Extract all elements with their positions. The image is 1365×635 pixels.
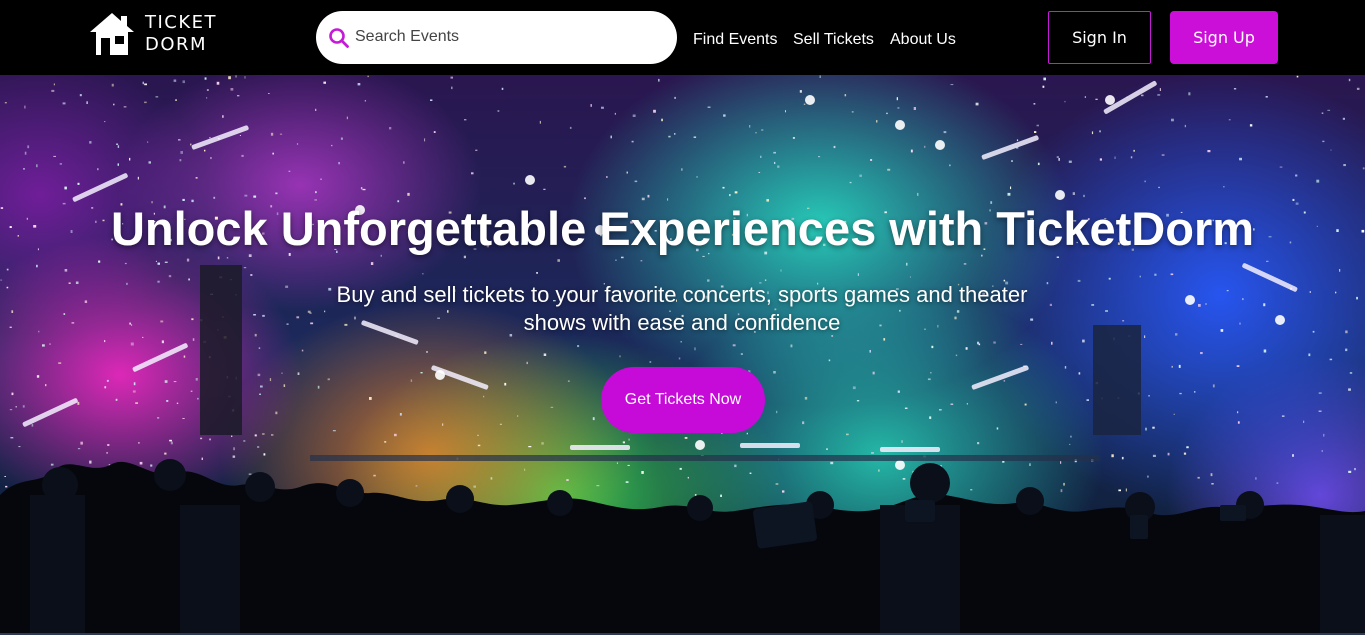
get-tickets-button[interactable]: Get Tickets Now [601,367,765,433]
hero-subtitle: Buy and sell tickets to your favorite co… [336,282,1028,335]
hero-section: Unlock Unforgettable Experiences with Ti… [0,75,1365,635]
brand-wordmark: TICKET DORM [145,12,217,56]
sign-up-button[interactable]: Sign Up [1170,11,1278,64]
crowd-silhouette [0,459,1365,635]
nav-find-events[interactable]: Find Events [693,31,777,49]
nav-about-us[interactable]: About Us [890,31,956,49]
nav-sell-tickets[interactable]: Sell Tickets [793,31,874,49]
search-input[interactable] [355,23,655,51]
top-navbar: TICKET DORM Find Events Sell Tickets Abo… [0,0,1365,75]
brand-line2: DORM [145,34,208,55]
brand-line1: TICKET [145,12,218,33]
search-bar[interactable] [316,11,677,64]
sign-in-button[interactable]: Sign In [1048,11,1151,64]
house-icon [90,13,134,55]
search-icon [329,28,349,48]
brand-logo[interactable]: TICKET DORM [87,9,227,59]
hero-title: Unlock Unforgettable Experiences with Ti… [110,202,1255,255]
